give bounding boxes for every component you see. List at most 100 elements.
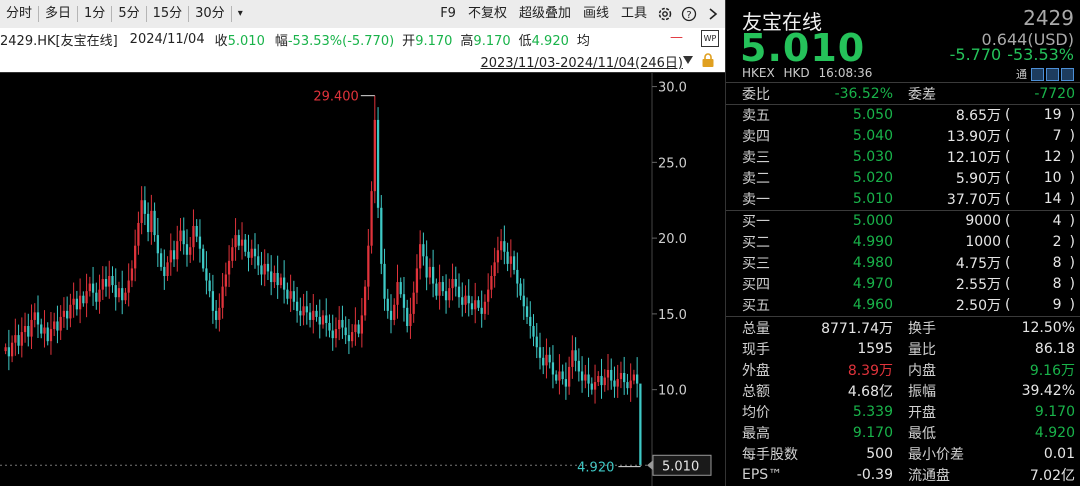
stat-label: EPS™ — [742, 467, 783, 483]
tab-30min[interactable]: 30分 — [189, 0, 231, 28]
candle-body — [40, 324, 43, 334]
candle-body — [192, 225, 195, 248]
stat-value: 39.42% — [1021, 383, 1075, 399]
ask-count-value: 7 — [1052, 128, 1062, 144]
bid-row[interactable]: 买二 4.990 1000(2) — [726, 232, 1080, 252]
candle-body — [30, 319, 33, 337]
ask-row[interactable]: 卖五 5.050 8.65万(19) — [726, 105, 1080, 125]
candle-body — [266, 263, 270, 272]
candle-body — [140, 200, 143, 223]
tab-15min[interactable]: 15分 — [147, 0, 189, 28]
candle-body — [542, 357, 545, 366]
candle-body — [584, 374, 587, 381]
tab-multi-day[interactable]: 多日 — [39, 0, 77, 28]
divider — [726, 316, 1080, 317]
help-icon[interactable]: ? — [677, 0, 701, 28]
svg-text:?: ? — [686, 10, 691, 21]
candle-body — [88, 283, 91, 292]
tab-intraday[interactable]: 分时 — [0, 0, 38, 28]
draw-line-button[interactable]: 画线 — [577, 0, 615, 28]
symbol-label: 2429.HK[友宝在线] — [0, 33, 118, 49]
stat-value: 4.920 — [1034, 425, 1075, 441]
change-value: -53.53%(-5.770) — [287, 33, 395, 49]
candle-body — [419, 244, 422, 269]
candle-body — [104, 279, 108, 287]
candle-body — [338, 319, 341, 330]
price-change: -5.770 -53.53% — [944, 45, 1074, 64]
candle-body — [380, 207, 383, 264]
no-adjust-button[interactable]: 不复权 — [462, 0, 513, 28]
paren-close: ) — [1069, 128, 1075, 144]
chart-panel: 分时 多日 1分 5分 15分 30分 ▾ F9 不复权 超级叠加 画线 工具 … — [0, 0, 725, 486]
ask-order-count: (12) — [1005, 149, 1075, 165]
candle-body — [98, 289, 101, 302]
bid-row[interactable]: 买五 4.960 2.50万(9) — [726, 295, 1080, 315]
bid-row[interactable]: 买三 4.980 4.75万(8) — [726, 253, 1080, 273]
paren-open: ( — [1005, 128, 1011, 144]
candle-body — [399, 282, 402, 295]
bid-row[interactable]: 买四 4.970 2.55万(8) — [726, 274, 1080, 294]
avg-label: 均 — [576, 33, 590, 49]
candle-body — [580, 371, 584, 381]
candle-body — [182, 230, 185, 245]
tong-badge[interactable]: 通 — [1016, 66, 1027, 82]
candle-body — [10, 342, 14, 357]
candle-body — [444, 291, 448, 301]
ask-price: 5.030 — [852, 149, 893, 165]
stat-row: 现手 1595 量比 86.18 — [726, 339, 1080, 359]
candle-body — [467, 295, 470, 304]
candle-body — [503, 241, 506, 252]
chart-svg[interactable]: 30.0 25.0 20.0 15.0 10.0 29.400 4.920 5.010 — [0, 73, 725, 486]
candle-body — [593, 382, 597, 390]
stat-value: 8771.74万 — [821, 321, 893, 337]
candle-body — [438, 282, 441, 296]
bid-order-count: (4) — [1005, 213, 1075, 229]
ask-row[interactable]: 卖四 5.040 13.90万(7) — [726, 126, 1080, 146]
candle-body — [522, 295, 525, 307]
stat-label: 流通盘 — [908, 468, 950, 484]
collapse-indicator[interactable]: — — [670, 30, 683, 45]
range-dropdown-icon[interactable] — [683, 56, 693, 64]
ask-row[interactable]: 卖三 5.030 12.10万(12) — [726, 147, 1080, 167]
candle-body — [59, 316, 62, 331]
lock-icon[interactable] — [701, 53, 715, 68]
candle-body — [574, 350, 577, 361]
tools-button[interactable]: 工具 — [615, 0, 653, 28]
candle-body — [134, 245, 137, 269]
paren-close: ) — [1069, 170, 1075, 186]
ask-row[interactable]: 卖一 5.010 37.70万(14) — [726, 189, 1080, 209]
candle-body — [176, 241, 179, 260]
wecha-value: -7720 — [1034, 86, 1075, 102]
gear-icon[interactable] — [653, 0, 677, 28]
expand-icon[interactable] — [1061, 67, 1074, 81]
period-dropdown-button[interactable]: ▾ — [232, 0, 249, 28]
candle-body — [321, 315, 325, 325]
close-value: 5.010 — [227, 33, 265, 49]
bid-row[interactable]: 买一 5.000 9000(4) — [726, 211, 1080, 231]
candle-body — [613, 380, 616, 387]
candle-body — [457, 286, 461, 298]
flag-icon[interactable] — [1031, 67, 1044, 81]
bid-count-value: 8 — [1052, 255, 1062, 271]
ask-row[interactable]: 卖二 5.020 5.90万(10) — [726, 168, 1080, 188]
candle-body — [509, 256, 512, 264]
ask-order-count: (7) — [1005, 128, 1075, 144]
candle-body — [17, 335, 20, 346]
candle-body — [496, 250, 500, 263]
candle-body — [318, 316, 321, 325]
stat-label: 总额 — [742, 384, 770, 400]
candle-body — [441, 282, 444, 292]
copy-icon[interactable] — [1046, 67, 1059, 81]
divider — [726, 82, 1080, 83]
candle-body — [75, 298, 79, 310]
candle-body — [373, 119, 376, 192]
date-range-selector[interactable]: 2023/11/03-2024/11/04(246日) — [480, 52, 683, 71]
candlestick-chart[interactable]: 30.0 25.0 20.0 15.0 10.0 29.400 4.920 5.010 — [0, 72, 725, 486]
candle-body — [198, 236, 202, 249]
chevron-right-icon[interactable] — [701, 0, 725, 28]
tab-5min[interactable]: 5分 — [112, 0, 145, 28]
super-overlay-button[interactable]: 超级叠加 — [513, 0, 577, 28]
f9-button[interactable]: F9 — [434, 0, 462, 28]
tab-1min[interactable]: 1分 — [78, 0, 111, 28]
wp-badge-icon[interactable]: WP — [701, 30, 719, 47]
